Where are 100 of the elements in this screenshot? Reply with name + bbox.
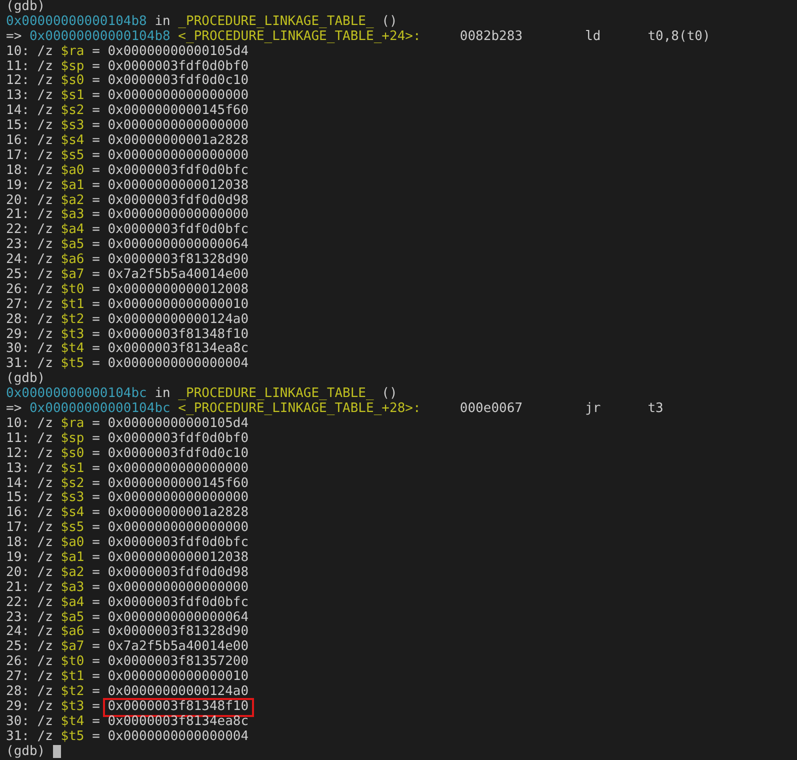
register-value: 0x0000000000000000	[108, 208, 249, 223]
format-label: /z	[37, 104, 53, 120]
in-text: in	[154, 387, 170, 402]
equals-sign: =	[92, 208, 100, 224]
register-name: $sp	[60, 60, 84, 74]
register-name: $a7	[60, 268, 84, 283]
format-label: /z	[37, 536, 53, 551]
equals-sign: =	[92, 684, 100, 700]
equals-sign: =	[92, 268, 100, 283]
format-label: /z	[37, 550, 53, 566]
register-value: 0x0000000000000000	[108, 462, 249, 477]
format-label: /z	[37, 208, 53, 224]
register-name: $s0	[60, 446, 84, 462]
args-text: ()	[382, 387, 398, 402]
format-label: /z	[37, 491, 53, 506]
register-value: 0x0000000000012008	[108, 282, 249, 298]
format-label: /z	[37, 700, 53, 715]
display-index: 16:	[6, 506, 30, 522]
display-index: 21:	[6, 208, 30, 223]
equals-sign: =	[92, 655, 100, 670]
display-index: 28:	[6, 312, 30, 328]
display-index: 23:	[6, 610, 30, 625]
display-index: 20:	[6, 566, 30, 581]
register-name: $s4	[60, 506, 84, 521]
register-value: 0x0000000000145f60	[108, 104, 249, 119]
register-name: $sp	[60, 432, 84, 447]
display-index: 15:	[6, 119, 30, 134]
register-name: $a6	[60, 253, 84, 268]
display-index: 23:	[6, 238, 30, 253]
equals-sign: =	[92, 491, 100, 506]
display-index: 29:	[6, 700, 30, 715]
register-value: 0x0000003fdf0d0bf0	[108, 60, 249, 74]
equals-sign: =	[92, 328, 100, 342]
display-index: 17:	[6, 521, 30, 536]
equals-sign: =	[92, 104, 100, 120]
register-value: 0x0000003f81328d90	[108, 253, 249, 268]
register-name: $t0	[60, 282, 84, 298]
format-label: /z	[37, 655, 53, 670]
register-value: 0x0000003fdf0d0d98	[108, 194, 249, 208]
register-value: 0x0000000000000000	[108, 521, 249, 536]
format-label: /z	[37, 342, 53, 358]
display-index: 13:	[6, 89, 30, 104]
format-label: /z	[37, 148, 53, 164]
symbol-offset: <_PROCEDURE_LINKAGE_TABLE_+28>:	[178, 401, 421, 416]
equals-sign: =	[92, 640, 100, 656]
register-value: 0x0000000000000004	[108, 730, 249, 745]
display-index: 31:	[6, 730, 30, 745]
display-index: 18:	[6, 164, 30, 179]
display-index: 25:	[6, 640, 30, 655]
register-name: $a5	[60, 610, 84, 625]
display-index: 10:	[6, 416, 30, 432]
gdb-prompt: (gdb)	[6, 744, 46, 760]
register-name: $s2	[60, 104, 84, 119]
register-name: $s5	[60, 148, 84, 164]
display-index: 11:	[6, 432, 30, 447]
format-label: /z	[37, 566, 53, 581]
register-value: 0x0000003fdf0d0c10	[108, 74, 249, 89]
display-index: 10:	[6, 44, 30, 60]
register-value: 0x0000000000000004	[108, 357, 249, 372]
register-value: 0x0000003fdf0d0bf0	[108, 432, 249, 447]
register-name: $a0	[60, 536, 84, 551]
register-name: $t3	[60, 328, 84, 342]
display-index: 30:	[6, 342, 30, 357]
register-name: $t1	[60, 670, 84, 685]
instruction-mnemonic: jr	[585, 401, 601, 416]
format-label: /z	[37, 596, 53, 611]
register-value: 0x0000000000000064	[108, 610, 249, 625]
equals-sign: =	[92, 74, 100, 90]
register-value: 0x0000000000145f60	[108, 476, 249, 491]
equals-sign: =	[92, 462, 100, 477]
address-text: 0x00000000000104b8	[6, 14, 147, 30]
pc-arrow: =>	[6, 402, 22, 417]
format-label: /z	[37, 416, 53, 432]
equals-sign: =	[92, 298, 100, 313]
display-index: 24:	[6, 253, 30, 268]
display-index: 15:	[6, 491, 30, 506]
register-value: 0x0000003fdf0d0bfc	[108, 164, 249, 179]
format-label: /z	[37, 134, 53, 149]
register-name: $s2	[60, 476, 84, 491]
register-value: 0x7a2f5b5a40014e00	[108, 640, 249, 655]
format-label: /z	[37, 670, 53, 685]
format-label: /z	[37, 164, 53, 179]
register-name: $s5	[60, 521, 84, 536]
address-text: 0x00000000000104b8	[29, 30, 170, 45]
register-name: $a5	[60, 238, 84, 253]
register-value: 0x0000000000012038	[108, 550, 249, 566]
register-name: $ra	[60, 416, 84, 432]
register-name: $t5	[60, 357, 84, 372]
equals-sign: =	[92, 550, 100, 566]
display-index: 29:	[6, 328, 30, 342]
register-value: 0x0000003fdf0d0bfc	[108, 223, 249, 238]
register-name: $t5	[60, 730, 84, 745]
register-value: 0x0000000000012038	[108, 178, 249, 194]
equals-sign: =	[92, 670, 100, 685]
display-index: 14:	[6, 476, 30, 492]
display-index: 22:	[6, 223, 30, 238]
display-index: 24:	[6, 625, 30, 640]
format-label: /z	[37, 357, 53, 372]
equals-sign: =	[92, 312, 100, 328]
instruction-mnemonic: ld	[585, 28, 601, 44]
